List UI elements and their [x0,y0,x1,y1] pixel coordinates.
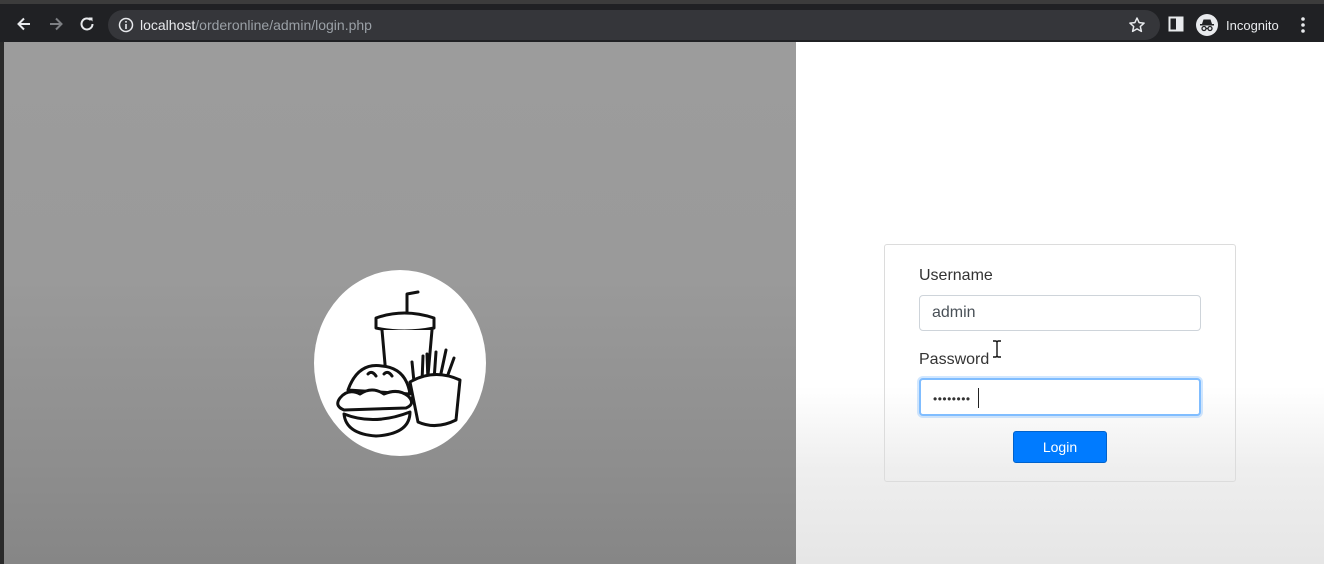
brand-panel [4,42,796,564]
browser-toolbar: localhost/orderonline/admin/login.php In… [0,0,1324,42]
username-input[interactable] [919,295,1201,331]
back-arrow-icon[interactable] [10,10,38,38]
url-host: localhost [140,17,196,33]
text-caret [978,388,979,408]
incognito-icon [1196,14,1218,36]
address-bar[interactable]: localhost/orderonline/admin/login.php [108,10,1160,40]
login-form: Username Password •••••••• Login [884,244,1236,482]
password-label: Password [919,351,990,368]
password-masked-value: •••••••• [933,392,971,406]
incognito-label: Incognito [1226,17,1279,33]
reload-icon[interactable] [73,10,101,38]
url-text[interactable]: localhost/orderonline/admin/login.php [140,17,372,33]
ibeam-cursor-icon [990,340,1004,363]
incognito-profile[interactable]: Incognito [1196,14,1279,36]
login-button[interactable]: Login [1013,431,1107,463]
username-label: Username [919,267,993,284]
star-icon[interactable] [1128,16,1146,39]
side-panel-icon[interactable] [1168,16,1184,37]
kebab-menu-icon[interactable] [1298,16,1308,39]
login-panel: Username Password •••••••• Login [796,42,1324,564]
url-path: /orderonline/admin/login.php [195,17,372,33]
forward-arrow-icon[interactable] [42,10,70,38]
login-page: Username Password •••••••• Login [0,42,1324,564]
info-icon[interactable] [118,17,134,38]
fast-food-logo [314,270,486,456]
